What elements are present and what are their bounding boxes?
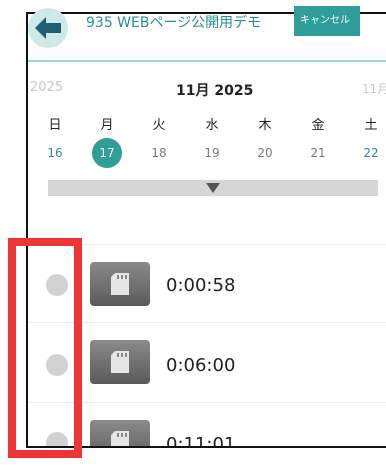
day-21[interactable]: 21 xyxy=(303,146,333,160)
recording-duration: 0:00:58 xyxy=(166,275,236,296)
recording-thumbnail xyxy=(90,420,150,446)
arrow-left-icon xyxy=(35,17,61,39)
recording-duration: 0:11:01 xyxy=(166,434,236,446)
day-18[interactable]: 18 xyxy=(144,146,174,160)
day-20[interactable]: 20 xyxy=(250,146,280,160)
sd-card-icon xyxy=(111,351,129,373)
day-19[interactable]: 19 xyxy=(197,146,227,160)
back-button[interactable] xyxy=(28,8,68,48)
day-16[interactable]: 16 xyxy=(40,146,70,160)
weekday-mon: 月 xyxy=(100,118,114,133)
page-title: 935 WEBページ公開用デモ xyxy=(86,15,262,31)
recording-duration: 0:06:00 xyxy=(166,355,236,376)
prev-year-label[interactable]: 2025 xyxy=(30,80,63,95)
header-divider xyxy=(28,60,386,62)
weekday-sat: 土 xyxy=(364,118,378,133)
weekday-sun: 日 xyxy=(48,118,62,133)
weekday-wed: 水 xyxy=(205,118,219,133)
current-month-label: 11月 2025 xyxy=(176,83,254,99)
triangle-down-icon xyxy=(206,183,220,193)
day-17-selected[interactable]: 17 xyxy=(92,138,122,168)
month-navigation: 2025 11月 2025 11月 xyxy=(0,80,386,100)
sd-card-icon xyxy=(111,273,129,295)
weekday-tue: 火 xyxy=(152,118,166,133)
recording-thumbnail xyxy=(90,262,150,306)
next-month-label[interactable]: 11月 xyxy=(362,80,386,97)
cancel-button[interactable]: キャンセル xyxy=(294,6,360,36)
recording-thumbnail xyxy=(90,340,150,384)
weekday-fri: 金 xyxy=(311,118,325,133)
day-22[interactable]: 22 xyxy=(356,146,386,160)
sd-card-icon xyxy=(111,431,129,446)
highlight-box xyxy=(8,238,82,458)
weekday-thu: 木 xyxy=(258,118,272,133)
